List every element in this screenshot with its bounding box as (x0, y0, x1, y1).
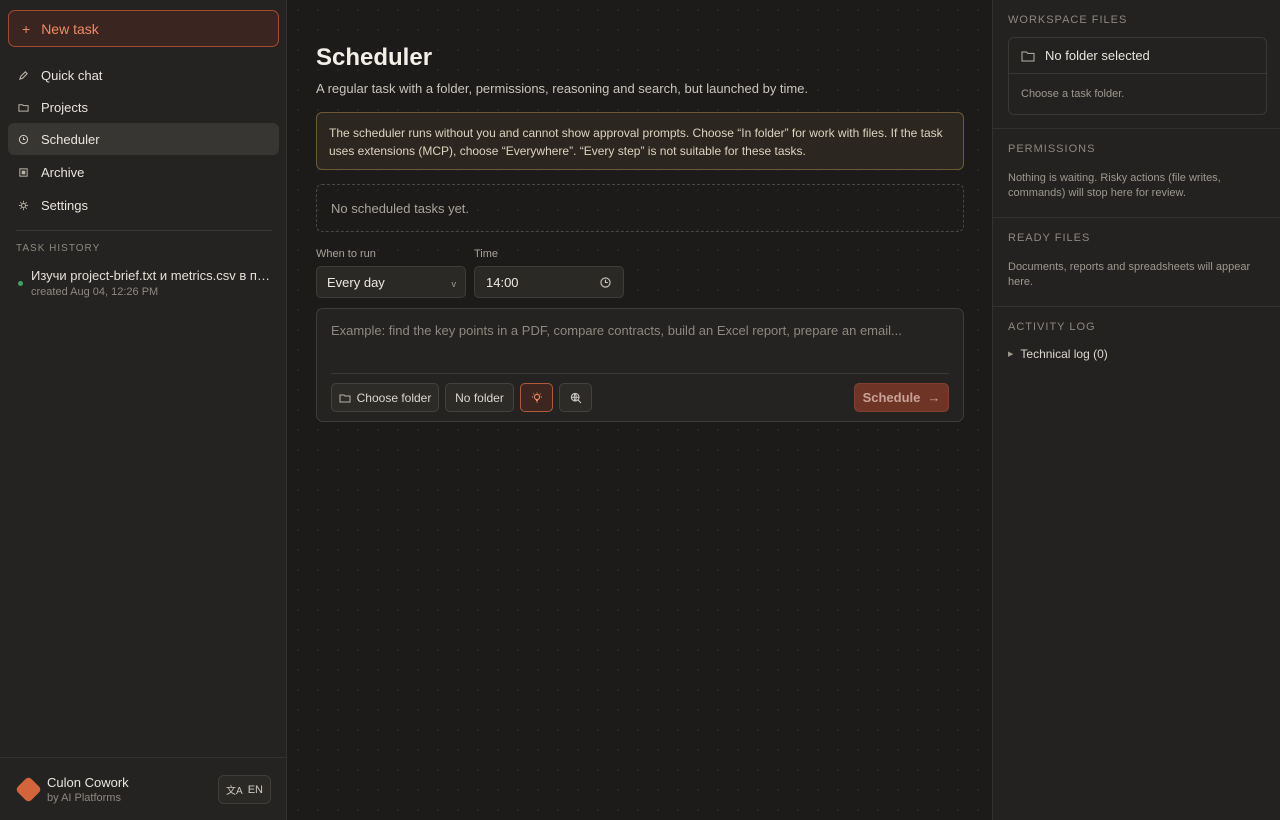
activity-log-heading: ACTIVITY LOG (1008, 321, 1096, 333)
workspace-files-heading: WORKSPACE FILES (1008, 14, 1128, 26)
folder-icon (1021, 51, 1035, 61)
clock-icon[interactable] (600, 277, 611, 288)
sidebar-item-scheduler[interactable]: Scheduler (8, 123, 279, 155)
arrow-right-icon: → (927, 390, 941, 405)
choose-folder-button[interactable]: Choose folder (331, 383, 439, 412)
scheduler-notice: The scheduler runs without you and canno… (316, 112, 964, 170)
history-item-title: Изучи project-brief.txt и metrics.csv в … (31, 268, 273, 283)
workspace-folder-header: No folder selected (1009, 38, 1266, 74)
time-value: 14:00 (486, 274, 519, 290)
folder-icon (18, 102, 29, 113)
ready-files-text: Documents, reports and spreadsheets will… (1008, 261, 1251, 288)
new-task-label: New task (41, 20, 99, 37)
sidebar-item-archive[interactable]: Archive (8, 156, 279, 188)
schedule-button[interactable]: Schedule → (854, 383, 949, 412)
gear-icon (18, 200, 29, 211)
when-to-run-select[interactable]: Every day v (316, 266, 466, 298)
panel-divider (993, 128, 1280, 129)
no-folder-button[interactable]: No folder (445, 383, 514, 412)
language-label: EN (247, 783, 263, 796)
task-prompt-input[interactable] (331, 323, 951, 363)
pencil-icon (18, 70, 29, 81)
lightbulb-icon (531, 392, 542, 402)
when-to-run-label: When to run (316, 248, 376, 260)
brand-logo-icon (15, 776, 42, 803)
when-to-run-value: Every day (327, 274, 385, 290)
composer-divider (331, 373, 949, 374)
sidebar-item-projects[interactable]: Projects (8, 91, 279, 123)
choose-task-folder-hint: Choose a task folder. (1021, 88, 1125, 100)
technical-log-toggle[interactable]: ▶ Technical log (0) (1008, 347, 1108, 361)
task-composer: Choose folder No folder Schedule → (316, 308, 964, 422)
sidebar-item-label: Settings (41, 197, 88, 213)
sidebar-item-label: Quick chat (41, 67, 103, 83)
sidebar-item-settings[interactable]: Settings (8, 189, 279, 221)
page-description: A regular task with a folder, permission… (316, 81, 809, 96)
clock-icon (18, 134, 29, 145)
history-item[interactable]: Изучи project-brief.txt и metrics.csv в … (8, 264, 279, 302)
archive-icon (18, 167, 29, 178)
sidebar-item-quick-chat[interactable]: Quick chat (8, 59, 279, 91)
schedule-label: Schedule (862, 390, 921, 405)
caret-right-icon: ▶ (1008, 351, 1014, 358)
translate-icon: 文A (226, 786, 243, 797)
workspace-card[interactable]: No folder selected Choose a task folder. (1008, 37, 1267, 115)
new-task-button[interactable]: + New task (8, 10, 279, 47)
language-button[interactable]: 文A EN (218, 775, 271, 804)
permissions-text: Nothing is waiting. Risky actions (file … (1008, 172, 1221, 199)
brand-subtitle: by AI Platforms (47, 792, 121, 804)
sidebar-footer: Culon Cowork by AI Platforms 文A EN (0, 757, 287, 820)
globe-search-icon (570, 392, 581, 403)
main-content: Scheduler A regular task with a folder, … (288, 0, 992, 820)
web-search-toggle[interactable] (559, 383, 592, 412)
sidebar-item-label: Scheduler (41, 131, 100, 147)
sidebar-item-label: Projects (41, 99, 88, 115)
status-dot (18, 281, 23, 286)
sidebar: + New task Quick chat Projects Scheduler… (0, 0, 287, 820)
reasoning-toggle[interactable] (520, 383, 553, 412)
empty-state: No scheduled tasks yet. (316, 184, 964, 232)
page-title: Scheduler (316, 44, 433, 71)
folder-icon (339, 394, 351, 402)
right-panel: WORKSPACE FILES No folder selected Choos… (992, 0, 1280, 820)
brand-name: Culon Cowork (47, 775, 129, 790)
choose-folder-label: Choose folder (356, 390, 432, 405)
no-folder-selected: No folder selected (1045, 48, 1150, 63)
technical-log-label: Technical log (0) (1020, 347, 1108, 361)
task-history-heading: TASK HISTORY (16, 243, 101, 254)
time-input[interactable]: 14:00 (474, 266, 624, 298)
empty-state-text: No scheduled tasks yet. (331, 200, 470, 216)
panel-divider (993, 217, 1280, 218)
permissions-heading: PERMISSIONS (1008, 143, 1096, 155)
history-item-created: created Aug 04, 12:26 PM (31, 286, 159, 298)
sidebar-item-label: Archive (41, 164, 85, 180)
no-folder-label: No folder (455, 390, 504, 405)
plus-icon: + (22, 20, 31, 37)
time-label: Time (474, 248, 499, 260)
sidebar-divider (16, 230, 272, 231)
chevron-down-icon: v (451, 279, 457, 289)
panel-divider (993, 306, 1280, 307)
ready-files-heading: READY FILES (1008, 232, 1091, 244)
